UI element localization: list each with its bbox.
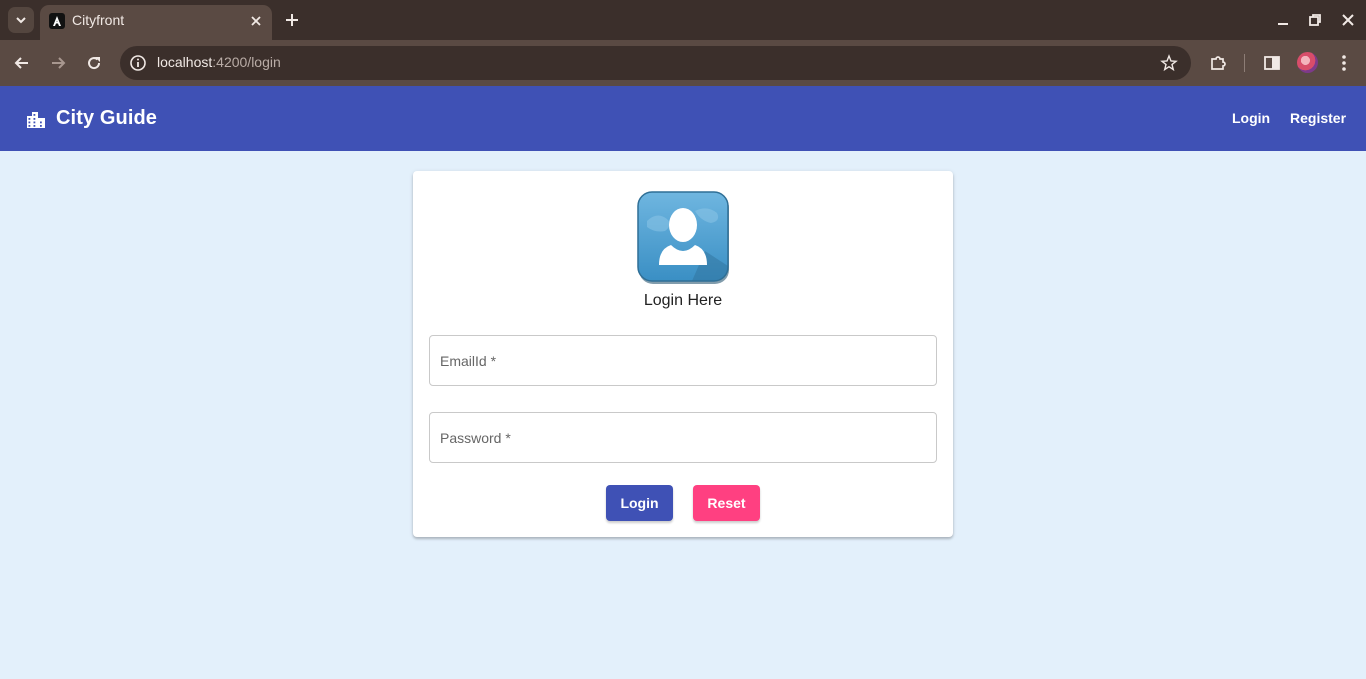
reset-button[interactable]: Reset bbox=[693, 485, 760, 521]
url-host: localhost bbox=[157, 54, 213, 70]
login-card: Login Here Login Reset bbox=[413, 171, 953, 537]
site-info-icon[interactable] bbox=[129, 54, 147, 72]
angular-icon bbox=[49, 13, 65, 29]
toolbar-divider bbox=[1244, 54, 1245, 72]
close-icon[interactable] bbox=[248, 13, 264, 29]
reload-icon[interactable] bbox=[84, 53, 104, 73]
url-text[interactable]: localhost:4200/login bbox=[157, 54, 281, 70]
new-tab-icon[interactable] bbox=[283, 11, 301, 29]
back-arrow-icon[interactable] bbox=[12, 53, 32, 73]
browser-toolbar: localhost:4200/login bbox=[0, 40, 1366, 86]
tab-title: Cityfront bbox=[72, 12, 125, 28]
password-field[interactable] bbox=[430, 413, 936, 462]
extensions-icon[interactable] bbox=[1208, 53, 1228, 73]
login-heading: Login Here bbox=[643, 292, 723, 309]
url-path: :4200/login bbox=[212, 54, 281, 70]
forward-arrow-icon[interactable] bbox=[48, 53, 68, 73]
bookmark-star-icon[interactable] bbox=[1160, 54, 1178, 72]
login-button[interactable]: Login bbox=[606, 485, 673, 521]
browser-tab[interactable]: Cityfront bbox=[40, 5, 272, 40]
nav-register-link[interactable]: Register bbox=[1290, 110, 1346, 126]
window-close-icon[interactable] bbox=[1340, 12, 1356, 28]
password-field-container bbox=[429, 412, 937, 463]
restore-icon[interactable] bbox=[1307, 12, 1323, 28]
user-avatar-icon bbox=[637, 191, 729, 284]
minimize-icon[interactable] bbox=[1275, 12, 1291, 28]
side-panel-icon[interactable] bbox=[1262, 53, 1282, 73]
more-menu-icon[interactable] bbox=[1334, 53, 1354, 73]
app-toolbar: City Guide Login Register bbox=[0, 86, 1366, 151]
nav-login-link[interactable]: Login bbox=[1232, 110, 1270, 126]
browser-titlebar: Cityfront bbox=[0, 0, 1366, 40]
tab-search-button[interactable] bbox=[8, 7, 34, 33]
email-field[interactable] bbox=[430, 336, 936, 385]
chevron-down-icon bbox=[16, 17, 26, 24]
address-bar[interactable]: localhost:4200/login bbox=[120, 46, 1191, 80]
brand-title[interactable]: City Guide bbox=[56, 107, 157, 130]
location-city-icon bbox=[27, 112, 45, 128]
email-field-container bbox=[429, 335, 937, 386]
profile-avatar[interactable] bbox=[1297, 52, 1318, 73]
